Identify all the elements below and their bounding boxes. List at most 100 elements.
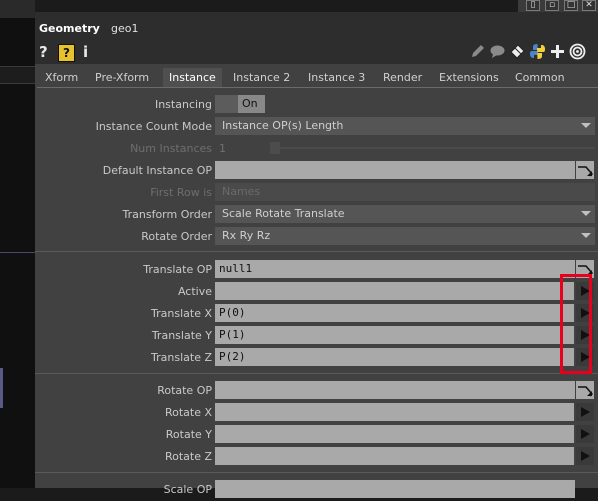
param-label: Rotate Order: [141, 230, 212, 243]
chevron-down-icon: [581, 233, 591, 238]
slider-handle: [270, 142, 280, 154]
rotate-y-field[interactable]: [215, 425, 574, 443]
translate-y-field[interactable]: P(1): [215, 326, 574, 344]
chevron-down-icon: [581, 123, 591, 128]
menu-value: Names: [222, 185, 261, 198]
window-controls: ▯ ▫ □ ✕: [518, 0, 598, 12]
translate-x-field[interactable]: P(0): [215, 304, 574, 322]
operator-picker-icon[interactable]: [576, 161, 594, 179]
tab-extensions[interactable]: Extensions: [433, 68, 505, 88]
num-instances-slider: [270, 147, 595, 149]
add-icon[interactable]: [549, 43, 566, 60]
clone-icon[interactable]: [509, 43, 526, 60]
restore-icon[interactable]: ▫: [545, 0, 559, 11]
info-icon[interactable]: i: [83, 43, 88, 61]
close-icon[interactable]: ✕: [582, 0, 596, 11]
num-instances-value: 1: [219, 142, 226, 155]
rotate-order-menu[interactable]: Rx Ry Rz: [215, 227, 595, 245]
param-translate-x: Translate X P(0): [35, 303, 598, 325]
section-divider: [35, 472, 598, 473]
section-divider: [35, 373, 598, 374]
rotate-op-field[interactable]: [215, 381, 575, 399]
param-label: Transform Order: [122, 208, 212, 221]
network-topbar: [0, 0, 35, 18]
toggle-state: On: [242, 97, 258, 110]
instance-count-mode-menu[interactable]: Instance OP(s) Length: [215, 117, 595, 135]
expand-icon[interactable]: ▯: [526, 0, 540, 11]
tab-pre-xform[interactable]: Pre-Xform: [89, 68, 155, 88]
param-label: First Row is: [150, 186, 212, 199]
active-field[interactable]: [215, 282, 574, 300]
param-label: Default Instance OP: [102, 164, 212, 177]
network-toolbar: [0, 66, 35, 84]
tab-instance-2[interactable]: Instance 2: [227, 68, 296, 88]
param-label: Translate Z: [151, 351, 212, 364]
transform-order-menu[interactable]: Scale Rotate Translate: [215, 205, 595, 223]
param-label: Rotate Y: [165, 428, 212, 441]
play-arrow-icon: [581, 407, 590, 417]
translate-op-field[interactable]: null1: [215, 260, 575, 278]
network-node[interactable]: [0, 368, 3, 408]
maximize-icon[interactable]: □: [564, 0, 578, 11]
param-rotate-order: Rotate Order Rx Ry Rz: [35, 226, 598, 248]
rotate-z-field[interactable]: [215, 447, 574, 465]
param-translate-y: Translate Y P(1): [35, 325, 598, 347]
param-label: Active: [177, 285, 212, 298]
tab-xform[interactable]: Xform: [39, 68, 84, 88]
param-first-row-is: First Row is Names: [35, 182, 598, 204]
section-divider: [35, 251, 598, 252]
param-label: Instancing: [154, 98, 212, 111]
param-translate-op: Translate OP null1: [35, 259, 598, 281]
network-wire: [0, 252, 35, 253]
parameter-panel: Geometry geo1 ? ? i Xform Pre-Xform Inst…: [35, 12, 598, 498]
help-icon[interactable]: ?: [39, 43, 48, 61]
instancing-toggle[interactable]: On: [215, 95, 265, 113]
scale-op-field[interactable]: [215, 480, 575, 498]
first-row-is-menu: Names: [215, 183, 595, 201]
tab-divider: [37, 87, 598, 88]
param-label: Translate OP: [143, 263, 212, 276]
tab-common[interactable]: Common: [509, 68, 571, 88]
param-default-instance-op: Default Instance OP: [35, 160, 598, 182]
param-label: Translate Y: [151, 329, 212, 342]
tab-instance[interactable]: Instance: [163, 68, 222, 88]
column-menu-button[interactable]: [576, 425, 594, 443]
param-label: Num Instances: [130, 142, 212, 155]
param-label: Translate X: [151, 307, 212, 320]
param-rotate-op: Rotate OP: [35, 380, 598, 402]
default-instance-op-field[interactable]: [215, 161, 575, 179]
operator-type: Geometry: [39, 22, 100, 35]
param-translate-z: Translate Z P(2): [35, 347, 598, 369]
pencil-icon[interactable]: [469, 43, 486, 60]
param-label: Scale OP: [163, 483, 212, 496]
tab-render[interactable]: Render: [377, 68, 428, 88]
target-icon[interactable]: [569, 43, 586, 60]
network-editor-edge[interactable]: [0, 0, 35, 488]
rotate-x-field[interactable]: [215, 403, 574, 421]
param-label: Rotate Z: [164, 450, 212, 463]
operator-name[interactable]: geo1: [111, 22, 138, 35]
menu-value: Rx Ry Rz: [222, 229, 271, 242]
param-rotate-z: Rotate Z: [35, 446, 598, 468]
toggle-knob: [215, 95, 238, 113]
operator-picker-icon[interactable]: [576, 381, 594, 399]
menu-value: Scale Rotate Translate: [222, 207, 345, 220]
translate-z-field[interactable]: P(2): [215, 348, 574, 366]
param-instance-count-mode: Instance Count Mode Instance OP(s) Lengt…: [35, 116, 598, 138]
param-transform-order: Transform Order Scale Rotate Translate: [35, 204, 598, 226]
param-rotate-y: Rotate Y: [35, 424, 598, 446]
param-scale-op: Scale OP: [35, 479, 598, 501]
tab-instance-3[interactable]: Instance 3: [302, 68, 371, 88]
comment-icon[interactable]: [489, 43, 506, 60]
param-active: Active: [35, 281, 598, 303]
play-arrow-icon: [581, 429, 590, 439]
panel-toolbar: ? ? i: [35, 40, 598, 64]
column-menu-button[interactable]: [576, 447, 594, 465]
column-menu-button[interactable]: [576, 403, 594, 421]
param-label: Rotate X: [164, 406, 212, 419]
play-arrow-icon: [581, 451, 590, 461]
param-label: Rotate OP: [157, 384, 212, 397]
help-box-icon[interactable]: ?: [58, 44, 75, 62]
python-icon[interactable]: [529, 43, 546, 60]
param-instancing: Instancing On: [35, 94, 598, 116]
